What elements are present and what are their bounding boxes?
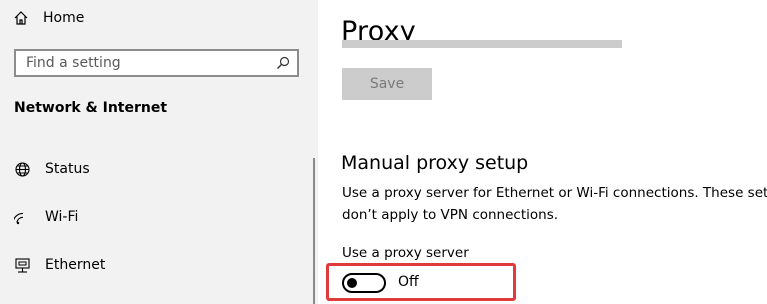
manual-proxy-description: Use a proxy server for Ethernet or Wi-Fi…: [342, 182, 767, 226]
description-line: Use a proxy server for Ethernet or Wi-Fi…: [342, 185, 767, 201]
sidebar-item-label: Wi-Fi: [45, 209, 79, 225]
proxy-toggle[interactable]: [342, 273, 386, 293]
home-link[interactable]: Home: [13, 6, 84, 30]
ethernet-icon: [15, 257, 30, 273]
globe-icon: [15, 161, 30, 177]
search-input[interactable]: [26, 51, 266, 75]
sidebar-item-label: Status: [45, 161, 90, 177]
search-box[interactable]: [14, 49, 299, 77]
search-icon[interactable]: [276, 56, 290, 70]
description-line: don’t apply to VPN connections.: [342, 207, 559, 223]
sidebar: Home Network & Internet Status Wi-Fi: [0, 0, 318, 304]
sidebar-item-label: Ethernet: [45, 257, 106, 273]
toggle-knob: [347, 278, 357, 288]
proxy-toggle-state: Off: [398, 274, 419, 290]
manual-proxy-heading: Manual proxy setup: [341, 151, 529, 174]
sidebar-scrollbar[interactable]: [313, 158, 315, 304]
home-icon: [14, 11, 28, 25]
proxy-toggle-label: Use a proxy server: [342, 245, 469, 261]
main-content: Proxy Save Manual proxy setup Use a prox…: [318, 0, 767, 304]
wifi-icon: [14, 212, 24, 224]
loading-bar: [342, 40, 622, 48]
section-title: Network & Internet: [14, 100, 168, 116]
home-label: Home: [43, 10, 85, 26]
sidebar-item-wifi[interactable]: Wi-Fi: [0, 199, 310, 235]
sidebar-item-status[interactable]: Status: [0, 151, 310, 187]
save-button[interactable]: Save: [342, 68, 432, 100]
sidebar-item-ethernet[interactable]: Ethernet: [0, 247, 310, 283]
